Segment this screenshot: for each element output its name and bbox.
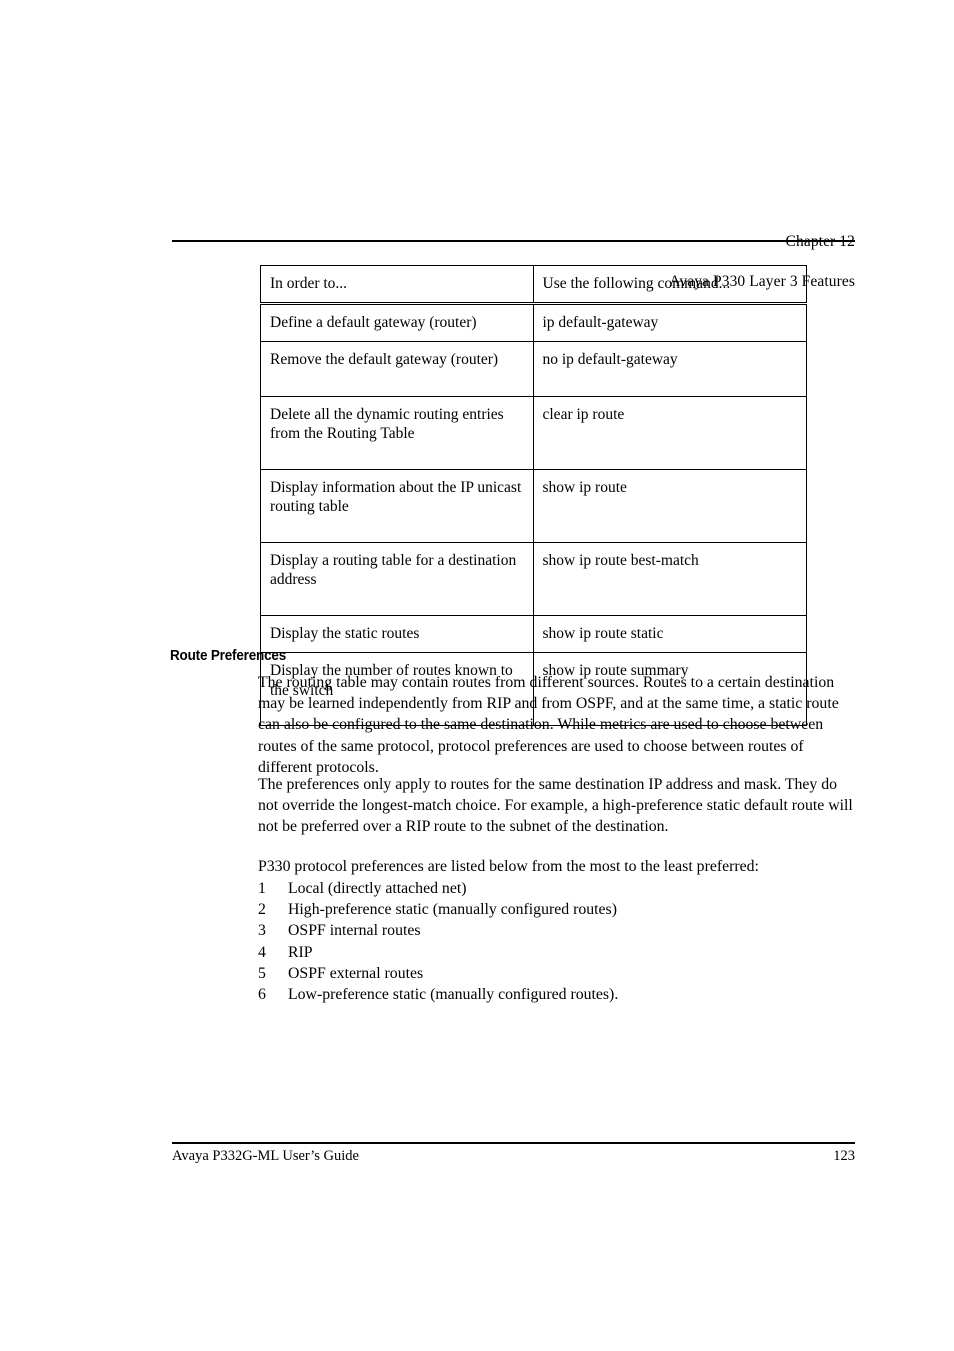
cell-command: show ip route static	[532, 614, 807, 653]
cell-task: Delete all the dynamic routing entries f…	[260, 395, 534, 470]
cell-command: show ip route best-match	[532, 541, 807, 616]
cell-command: ip default-gateway	[532, 301, 807, 342]
list-item-label: OSPF internal routes	[288, 922, 421, 940]
list-item-label: High-preference static (manually configu…	[288, 901, 617, 919]
body-paragraph: The routing table may contain routes fro…	[258, 674, 839, 776]
list-item-label: RIP	[288, 943, 313, 961]
footer-guide-title: Avaya P332G-ML User’s Guide	[172, 1148, 359, 1164]
cell-command: show ip route	[532, 468, 807, 543]
list-item-number: 6	[258, 986, 266, 1004]
cell-task: Define a default gateway (router)	[260, 301, 534, 342]
header-spacer	[835, 253, 855, 270]
table-row: Delete all the dynamic routing entries f…	[260, 395, 807, 470]
list-item: 4 RIP	[258, 942, 858, 963]
list-item: 1 Local (directly attached net)	[258, 878, 858, 899]
list-item-label: Low-preference static (manually configur…	[288, 986, 619, 1004]
footer-rule	[172, 1142, 855, 1144]
preference-list: 1 Local (directly attached net) 2 High-pre…	[258, 878, 858, 1005]
command-reference-table: In order to... Use the following command…	[260, 265, 807, 726]
list-item-number: 5	[258, 964, 266, 982]
cell-task: Display the static routes	[260, 614, 534, 653]
list-item-label: Local (directly attached net)	[288, 880, 467, 897]
cell-task: Display information about the IP unicast…	[260, 468, 534, 543]
table-header-row: In order to... Use the following command…	[260, 265, 807, 304]
cell-task: Display a routing table for a destinatio…	[260, 541, 534, 616]
footer-page-number: 123	[833, 1148, 855, 1164]
table-row: Display the static routes show ip route …	[260, 614, 807, 653]
section-heading: Route Preferences	[170, 648, 287, 664]
column-header-command: Use the following command...	[532, 265, 807, 304]
cell-task: Remove the default gateway (router)	[260, 341, 534, 397]
header-rule	[172, 240, 855, 242]
list-item-label: OSPF external routes	[288, 964, 424, 982]
list-item-number: 4	[258, 943, 266, 961]
list-item-number: 1	[258, 880, 266, 897]
column-header-task: In order to...	[260, 265, 534, 304]
list-item: 3 OSPF internal routes	[258, 920, 858, 941]
page-footer: Avaya P332G-ML User’s Guide 123	[172, 1146, 855, 1166]
cell-command: no ip default-gateway	[532, 341, 807, 397]
list-item: 2 High-preference static (manually config…	[258, 899, 858, 920]
table-row: Display information about the IP unicast…	[260, 468, 807, 543]
table-row: Define a default gateway (router) ip def…	[260, 301, 807, 342]
table-row: Display a routing table for a destinatio…	[260, 541, 807, 616]
table-row: Remove the default gateway (router) no i…	[260, 341, 807, 397]
list-item: 5 OSPF external routes	[258, 963, 858, 984]
list-item-number: 3	[258, 922, 266, 940]
body-paragraph: The preferences only apply to routes for…	[258, 776, 853, 836]
cell-command: clear ip route	[532, 395, 807, 470]
list-item: 6 Low-preference static (manually configu…	[258, 984, 858, 1005]
document-page: Chapter 12 Avaya P330 Layer 3 Features I…	[0, 0, 954, 1351]
list-item-number: 2	[258, 901, 266, 919]
body-paragraph: P330 protocol preferences are listed bel…	[258, 858, 759, 875]
